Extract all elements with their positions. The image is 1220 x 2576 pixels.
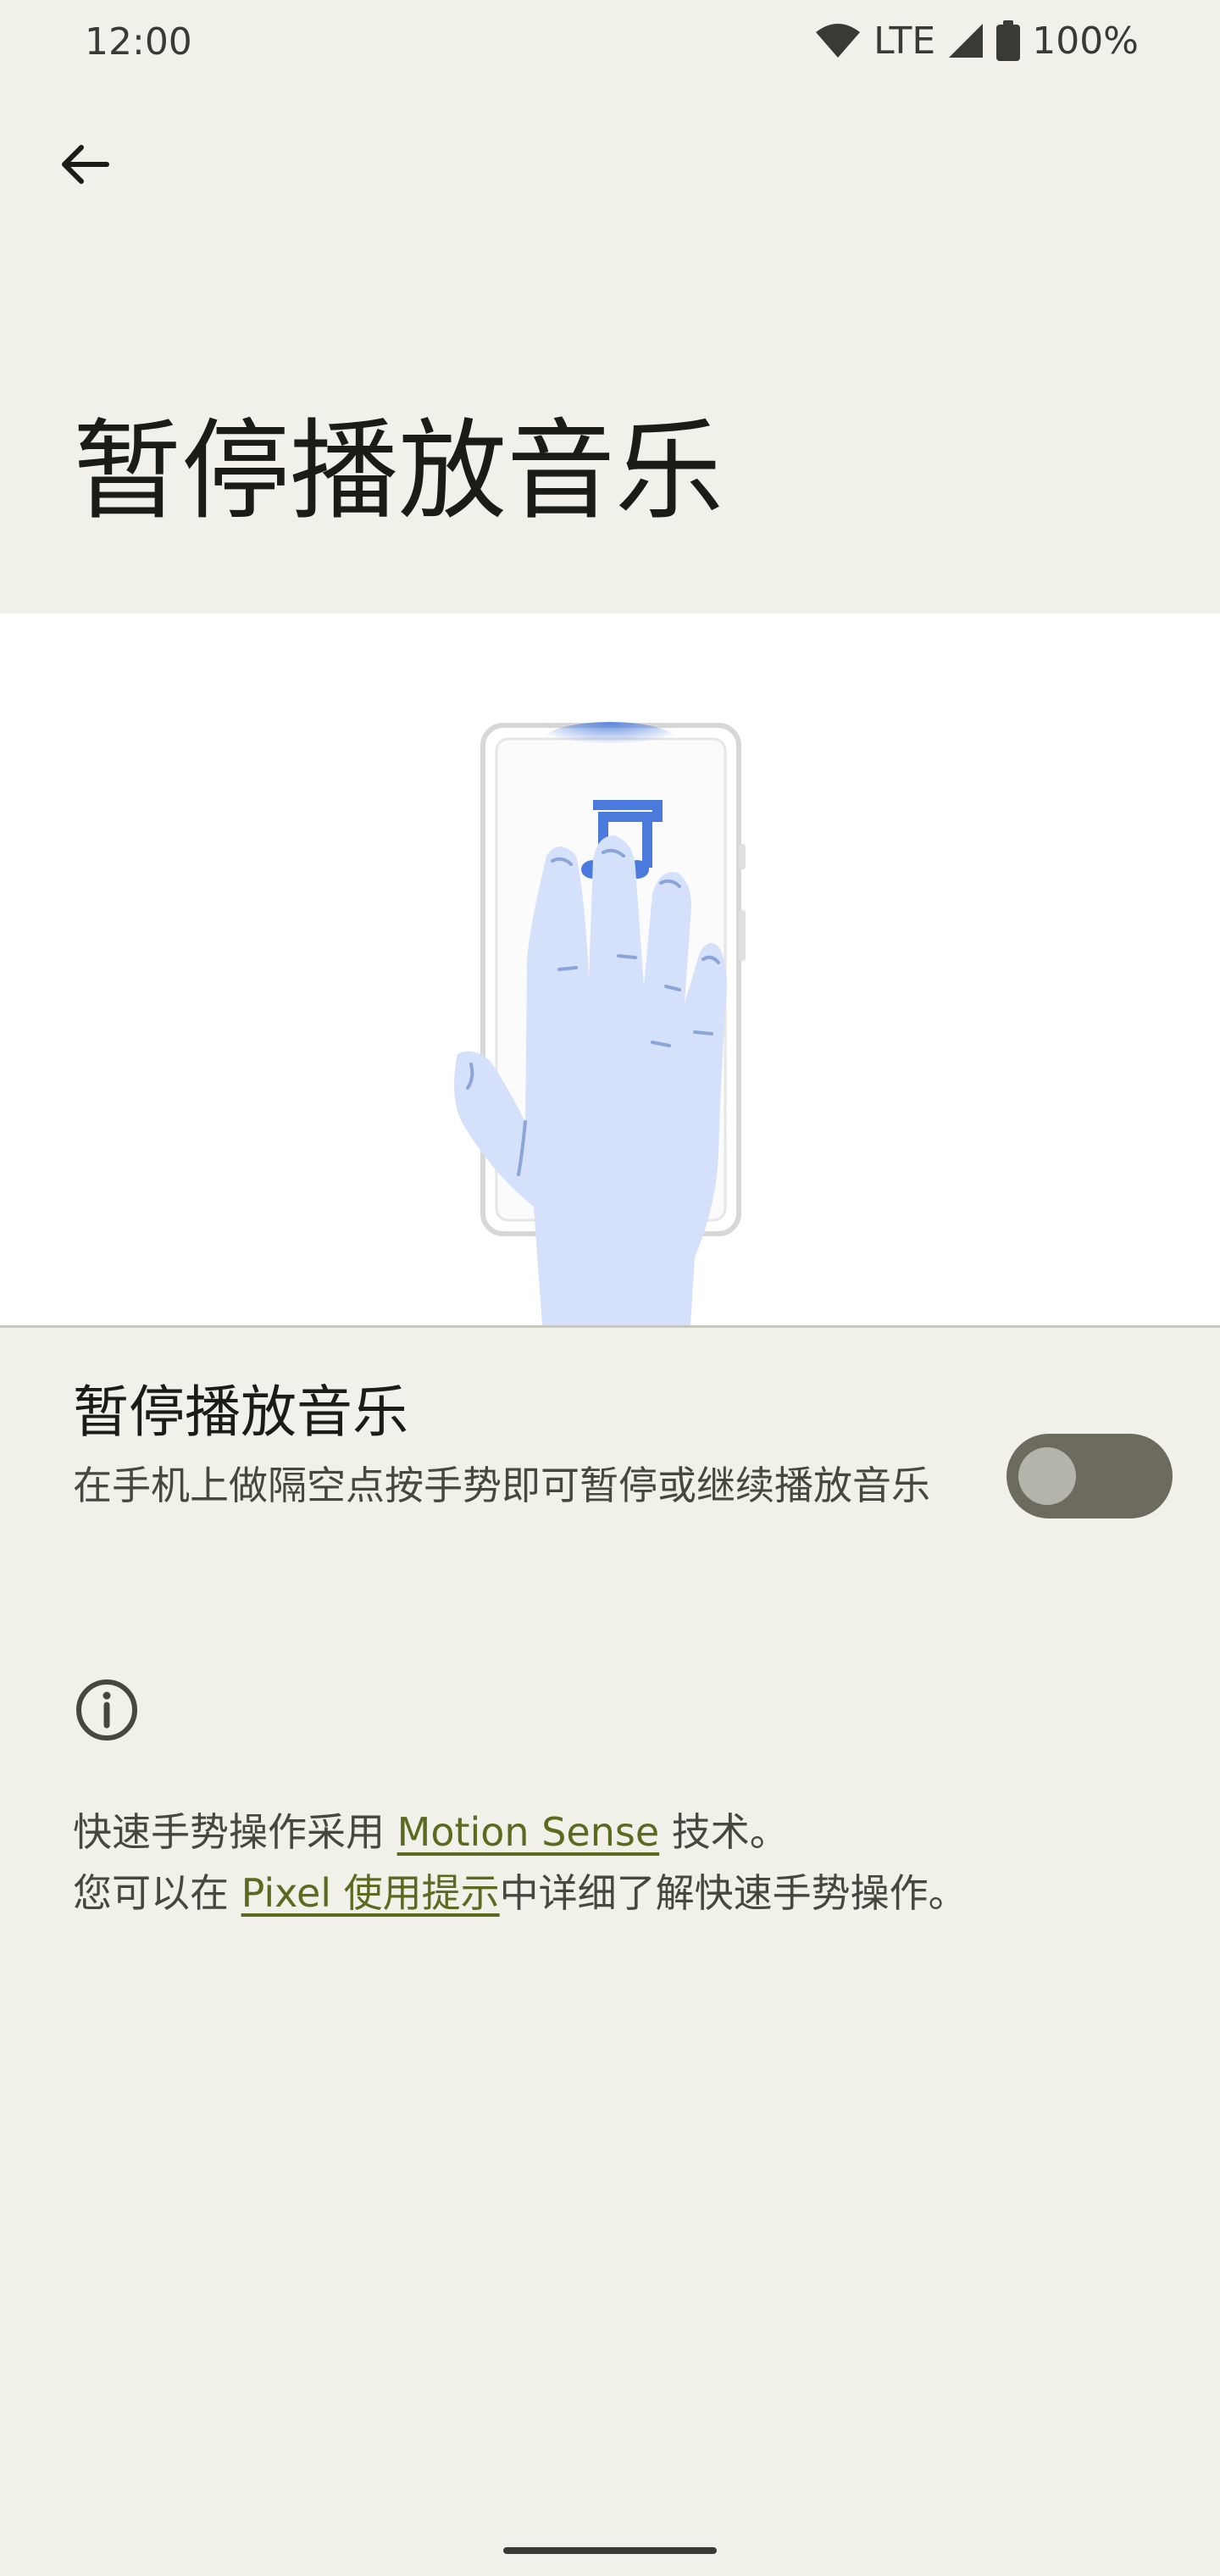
gesture-nav-handle[interactable]: [503, 2547, 717, 2554]
footer-line-1: 快速手势操作采用 Motion Sense 技术。: [73, 1802, 968, 1863]
cell-signal-icon: [949, 24, 984, 58]
battery-level: 100%: [1032, 19, 1139, 63]
pause-music-toggle[interactable]: [1006, 1434, 1173, 1518]
toggle-thumb: [1018, 1447, 1076, 1505]
pause-music-setting-row[interactable]: 暂停播放音乐 在手机上做隔空点按手势即可暂停或继续播放音乐: [0, 1356, 1220, 1593]
back-button[interactable]: [47, 127, 122, 202]
footer-line-2-suffix: 中详细了解快速手势操作。: [499, 1870, 968, 1916]
status-icons: LTE 100%: [814, 17, 1139, 64]
info-icon: [73, 1676, 141, 1744]
footer-line-1-suffix: 技术。: [659, 1809, 789, 1855]
network-type: LTE: [873, 19, 936, 63]
illustration-divider: [0, 1325, 1220, 1328]
setting-title: 暂停播放音乐: [73, 1380, 408, 1445]
footer-text: 快速手势操作采用 Motion Sense 技术。 您可以在 Pixel 使用提…: [73, 1802, 968, 1924]
footer-line-2-prefix: 您可以在: [73, 1870, 241, 1916]
battery-icon: [996, 20, 1021, 61]
gesture-illustration: [0, 613, 1220, 1325]
status-time: 12:00: [85, 20, 192, 64]
pixel-tips-link[interactable]: Pixel 使用提示: [241, 1870, 500, 1916]
motion-sense-link[interactable]: Motion Sense: [397, 1809, 660, 1855]
arrow-back-icon: [62, 145, 109, 184]
footer-line-1-prefix: 快速手势操作采用: [73, 1809, 397, 1855]
setting-summary: 在手机上做隔空点按手势即可暂停或继续播放音乐: [73, 1463, 930, 1508]
wifi-icon: [816, 24, 861, 58]
status-bar: 12:00 LTE 100%: [0, 0, 1220, 85]
page-title: 暂停播放音乐: [73, 408, 724, 535]
footer-line-2: 您可以在 Pixel 使用提示中详细了解快速手势操作。: [73, 1863, 968, 1924]
